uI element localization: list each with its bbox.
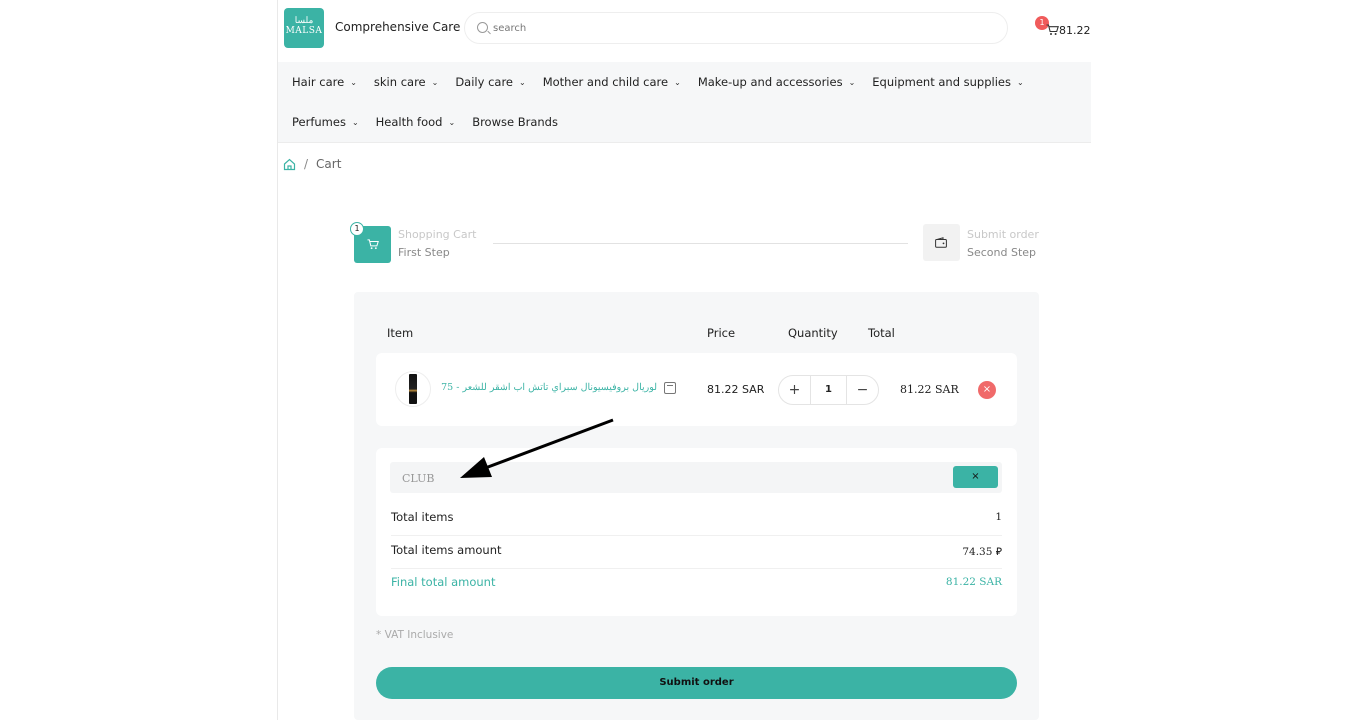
- home-icon[interactable]: [283, 158, 296, 171]
- wallet-icon: [935, 237, 947, 248]
- header-cart-button[interactable]: 1 81.22 SAR: [1035, 14, 1095, 42]
- nav-item-make-up-and-accessories[interactable]: Make-up and accessories ⌄: [698, 75, 855, 89]
- nav-item-daily-care[interactable]: Daily care ⌄: [455, 75, 525, 89]
- coupon-clear-button[interactable]: ×: [953, 466, 998, 488]
- vat-note: * VAT Inclusive: [376, 629, 454, 641]
- nav-item-label: Health food: [375, 115, 443, 129]
- package-icon: [664, 382, 676, 394]
- nav-item-label: Browse Brands: [472, 115, 558, 129]
- step-2-icon-box: [923, 224, 960, 261]
- quantity-stepper: + 1 −: [778, 375, 879, 405]
- nav-item-health-food[interactable]: Health food ⌄: [376, 115, 456, 129]
- site-logo[interactable]: ملسا MALSA: [284, 8, 324, 48]
- nav-item-label: Daily care: [455, 75, 514, 89]
- product-image: [409, 374, 417, 404]
- final-total-value: 81.22 SAR: [945, 576, 1002, 588]
- step-1-number: 1: [350, 222, 364, 236]
- column-header-quantity: Quantity: [788, 326, 838, 340]
- nav-item-label: Perfumes: [292, 115, 346, 129]
- breadcrumb-separator: /: [304, 157, 309, 171]
- items-amount-label: Total items amount: [391, 543, 502, 557]
- item-price: 81.22 SAR: [707, 383, 765, 396]
- summary-row-items-amount: Total items amount 74.35 ⃁: [391, 537, 1002, 569]
- search-input[interactable]: [493, 19, 973, 37]
- column-header-price: Price: [707, 326, 736, 340]
- item-total: 81.22 SAR: [900, 383, 959, 396]
- remove-item-button[interactable]: ×: [978, 381, 996, 399]
- category-nav: Hair care ⌄ skin care ⌄ Daily care ⌄ Mother an…: [278, 62, 1091, 143]
- nav-item-label: Mother and child care: [542, 75, 669, 89]
- nav-item-label: skin care: [373, 75, 426, 89]
- quantity-value[interactable]: 1: [811, 376, 846, 404]
- nav-item-label: Equipment and supplies: [872, 75, 1011, 89]
- quantity-decrease-button[interactable]: −: [846, 376, 878, 404]
- nav-row-1: Hair care ⌄ skin care ⌄ Daily care ⌄ Mother an…: [292, 75, 1041, 89]
- step-progress-line: [493, 243, 908, 244]
- step-1-title: Shopping Cart: [398, 228, 477, 241]
- breadcrumb: / Cart: [283, 157, 341, 171]
- product-name-link[interactable]: لوريال بروفيسيونال سبراي تاتش اب اشقر لل…: [441, 382, 657, 393]
- chevron-down-icon: ⌄: [674, 77, 681, 87]
- cart-total: 81.22 SAR: [1059, 24, 1091, 37]
- cart-icon: [367, 239, 379, 250]
- search-icon: [477, 22, 488, 33]
- nav-item-label: Make-up and accessories: [697, 75, 843, 89]
- step-1-subtitle: First Step: [398, 246, 450, 259]
- column-header-item: Item: [387, 326, 414, 340]
- chevron-down-icon: ⌄: [351, 117, 359, 127]
- brand-name: Comprehensive Care: [335, 20, 461, 34]
- breadcrumb-current: Cart: [316, 157, 342, 171]
- nav-item-hair-care[interactable]: Hair care ⌄: [292, 75, 357, 89]
- site-header: ملسا MALSA Comprehensive Care 1 81.22 SA…: [278, 0, 1091, 62]
- nav-item-browse-brands[interactable]: Browse Brands: [472, 115, 558, 129]
- chevron-down-icon: ⌄: [431, 77, 439, 87]
- total-items-label: Total items: [391, 510, 454, 524]
- summary-row-final-total: Final total amount 81.22 SAR: [391, 569, 1002, 601]
- chevron-down-icon: ⌄: [1017, 77, 1024, 87]
- column-header-total: Total: [868, 326, 895, 340]
- total-items-value: 1: [995, 511, 1002, 523]
- final-total-label: Final total amount: [391, 575, 496, 589]
- annotation-arrow: [460, 418, 614, 478]
- cart-icon: [1046, 24, 1059, 39]
- step-2-title: Submit order: [967, 228, 1039, 241]
- search-bar[interactable]: [464, 12, 1008, 44]
- step-2-subtitle: Second Step: [967, 246, 1037, 259]
- quantity-increase-button[interactable]: +: [779, 376, 811, 404]
- chevron-down-icon: ⌄: [848, 77, 856, 87]
- nav-item-perfumes[interactable]: Perfumes ⌄: [292, 115, 359, 129]
- nav-row-2: Perfumes ⌄ Health food ⌄ Browse Brands: [292, 115, 575, 129]
- items-amount-value: 74.35 ⃁: [962, 546, 1002, 558]
- summary-row-total-items: Total items 1: [391, 504, 1002, 536]
- chevron-down-icon: ⌄: [519, 77, 526, 87]
- submit-order-button[interactable]: Submit order: [376, 667, 1017, 699]
- chevron-down-icon: ⌄: [350, 77, 357, 87]
- nav-item-mother-and-child-care[interactable]: Mother and child care ⌄: [543, 75, 681, 89]
- nav-item-label: Hair care: [292, 75, 345, 89]
- chevron-down-icon: ⌄: [448, 117, 456, 127]
- nav-item-equipment-and-supplies[interactable]: Equipment and supplies ⌄: [872, 75, 1023, 89]
- nav-item-skin-care[interactable]: skin care ⌄: [374, 75, 438, 89]
